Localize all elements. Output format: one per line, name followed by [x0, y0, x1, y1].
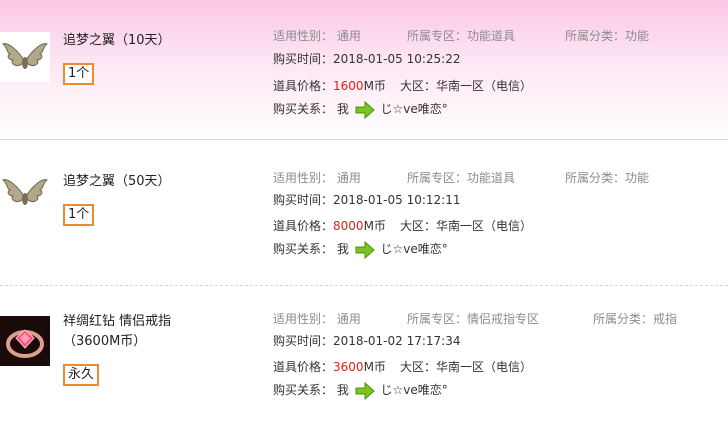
item-thumbnail[interactable]	[0, 316, 50, 366]
zone-value: 功能道具	[467, 29, 516, 43]
relation-field: 购买关系： 我 じ☆ve唯恋°	[273, 381, 448, 400]
region-field: 大区：华南一区（电信）	[400, 217, 532, 234]
item-name[interactable]: 追梦之翼（50天）	[63, 172, 171, 192]
zone-field: 所属专区：功能道具	[407, 27, 515, 44]
buyer-name: 我	[336, 383, 349, 397]
category-field: 所属分类：戒指	[593, 310, 677, 327]
gender-value: 通用	[336, 29, 361, 43]
price-label: 道具价格：	[273, 219, 334, 233]
gender-label: 适用性别：	[273, 312, 334, 326]
price-value: 1600	[333, 79, 364, 93]
price-unit: M币	[363, 219, 386, 233]
purchase-row: 祥绸红钻 情侣戒指 （3600M币） 永久 适用性别： 通用 所属专区：情侣戒指…	[0, 288, 728, 428]
buyer-name: 我	[336, 242, 349, 256]
relation-field: 购买关系： 我 じ☆ve唯恋°	[273, 240, 448, 259]
zone-label: 所属专区：	[407, 312, 468, 326]
receiver-name[interactable]: じ☆ve唯恋°	[381, 383, 448, 397]
gender-value: 通用	[336, 312, 361, 326]
time-label: 购买时间：	[273, 334, 334, 348]
item-thumbnail[interactable]	[0, 32, 50, 82]
wings-icon	[2, 179, 48, 205]
time-value: 2018-01-05 10:25:22	[333, 52, 461, 66]
region-label: 大区：	[400, 219, 437, 233]
price-field: 道具价格：8000M币	[273, 217, 386, 234]
region-field: 大区：华南一区（电信）	[400, 358, 532, 375]
time-label: 购买时间：	[273, 52, 334, 66]
category-label: 所属分类：	[565, 171, 626, 185]
purchase-time: 购买时间：2018-01-02 17:17:34	[273, 332, 460, 349]
receiver-name[interactable]: じ☆ve唯恋°	[381, 102, 448, 116]
price-unit: M币	[363, 79, 386, 93]
gender-field: 适用性别： 通用	[273, 27, 361, 44]
region-field: 大区：华南一区（电信）	[400, 77, 532, 94]
category-value: 戒指	[653, 312, 678, 326]
time-label: 购买时间：	[273, 193, 334, 207]
time-value: 2018-01-05 10:12:11	[333, 193, 461, 207]
price-value: 3600	[333, 360, 364, 374]
gender-label: 适用性别：	[273, 29, 334, 43]
purchase-row: 追梦之翼（10天） 1个 适用性别： 通用 所属专区：功能道具 所属分类：功能 …	[0, 0, 728, 140]
purchase-time: 购买时间：2018-01-05 10:12:11	[273, 191, 460, 208]
region-value: 华南一区（电信）	[436, 219, 533, 233]
item-thumbnail[interactable]	[0, 168, 50, 218]
arrow-right-icon	[355, 240, 375, 259]
price-label: 道具价格：	[273, 360, 334, 374]
item-name-price: （3600M币）	[63, 334, 147, 349]
item-quantity: 1个	[63, 204, 95, 226]
buyer-name: 我	[336, 102, 349, 116]
arrow-right-icon	[355, 100, 375, 119]
region-label: 大区：	[400, 79, 437, 93]
gender-value: 通用	[336, 171, 361, 185]
category-value: 功能	[625, 29, 650, 43]
ring-icon	[0, 316, 50, 366]
category-value: 功能	[625, 171, 650, 185]
price-value: 8000	[333, 219, 364, 233]
item-name[interactable]: 祥绸红钻 情侣戒指	[63, 312, 171, 332]
receiver-name[interactable]: じ☆ve唯恋°	[381, 242, 448, 256]
gender-label: 适用性别：	[273, 171, 334, 185]
gender-field: 适用性别： 通用	[273, 169, 361, 186]
wings-icon	[2, 43, 48, 69]
relation-label: 购买关系：	[273, 242, 334, 256]
price-field: 道具价格：1600M币	[273, 77, 386, 94]
item-quantity: 1个	[63, 63, 95, 85]
gender-field: 适用性别： 通用	[273, 310, 361, 327]
time-value: 2018-01-02 17:17:34	[333, 334, 461, 348]
relation-label: 购买关系：	[273, 383, 334, 397]
category-field: 所属分类：功能	[565, 169, 649, 186]
region-value: 华南一区（电信）	[436, 360, 533, 374]
price-label: 道具价格：	[273, 79, 334, 93]
relation-label: 购买关系：	[273, 102, 334, 116]
purchase-time: 购买时间：2018-01-05 10:25:22	[273, 50, 460, 67]
zone-field: 所属专区：情侣戒指专区	[407, 310, 539, 327]
relation-field: 购买关系： 我 じ☆ve唯恋°	[273, 100, 448, 119]
region-label: 大区：	[400, 360, 437, 374]
price-unit: M币	[363, 360, 386, 374]
zone-label: 所属专区：	[407, 171, 468, 185]
category-field: 所属分类：功能	[565, 27, 649, 44]
item-quantity: 永久	[63, 364, 100, 386]
arrow-right-icon	[355, 381, 375, 400]
region-value: 华南一区（电信）	[436, 79, 533, 93]
purchase-row: 追梦之翼（50天） 1个 适用性别： 通用 所属专区：功能道具 所属分类：功能 …	[0, 146, 728, 286]
zone-value: 功能道具	[467, 171, 516, 185]
category-label: 所属分类：	[565, 29, 626, 43]
zone-label: 所属专区：	[407, 29, 468, 43]
category-label: 所属分类：	[593, 312, 654, 326]
item-name[interactable]: 追梦之翼（10天）	[63, 31, 171, 51]
price-field: 道具价格：3600M币	[273, 358, 386, 375]
zone-field: 所属专区：功能道具	[407, 169, 515, 186]
zone-value: 情侣戒指专区	[467, 312, 540, 326]
